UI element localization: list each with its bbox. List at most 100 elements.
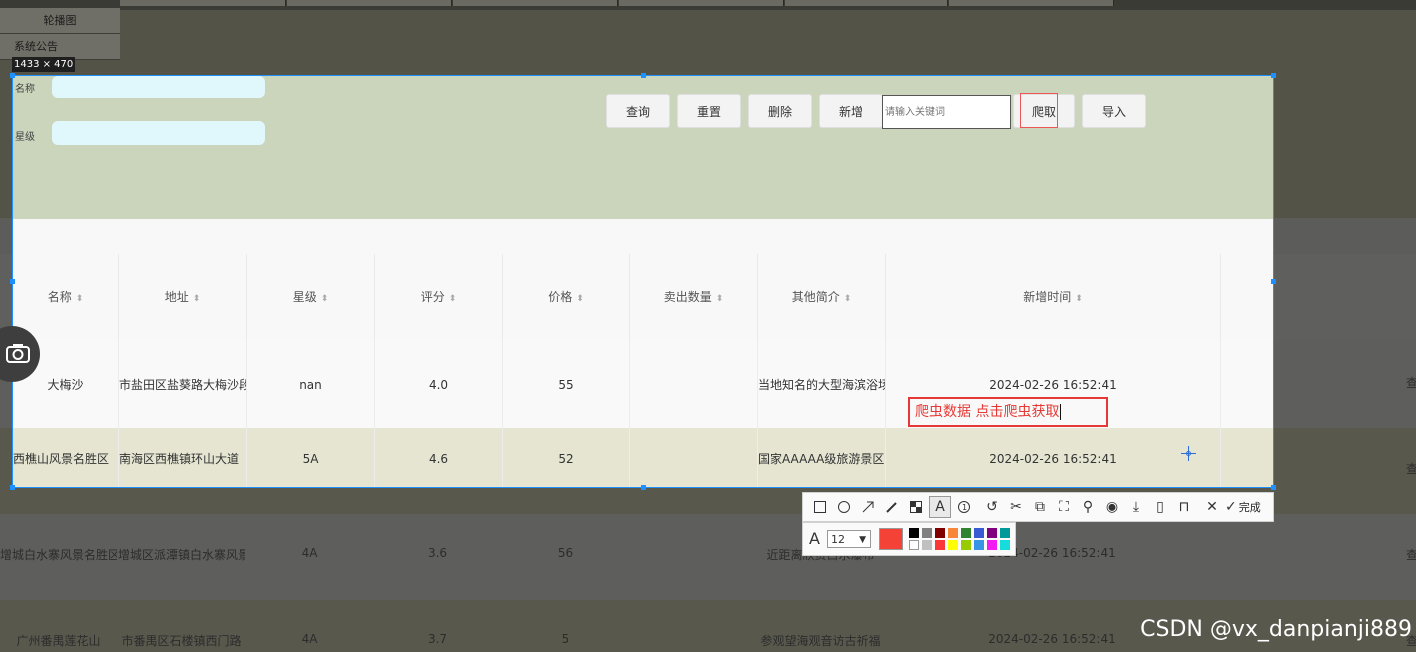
delete-button[interactable]: 删除 [748,94,812,128]
color-swatch[interactable] [948,540,958,550]
resize-handle[interactable] [1271,73,1276,78]
color-swatch[interactable] [1000,540,1010,550]
undo-icon[interactable]: ↺ [981,496,1003,518]
color-swatch[interactable] [961,540,971,550]
bookmark-icon[interactable]: ⊓ [1173,496,1195,518]
color-swatch-grid [909,528,1013,552]
color-swatch[interactable] [922,540,932,550]
resize-handle[interactable] [641,485,646,490]
table-cell: 52 [503,428,630,487]
rectangle-icon[interactable] [809,496,831,518]
text-icon[interactable]: A [929,496,951,518]
style-palette: A 12 ▼ [802,522,1016,556]
color-swatch[interactable] [935,528,945,538]
arrow-icon[interactable] [857,496,879,518]
row-action-button[interactable]: 查 [1406,374,1416,391]
download-icon[interactable]: ⤓ [1125,496,1147,518]
table-cell [1221,341,1273,428]
column-header-name[interactable]: 名称 ⬍ [13,254,119,341]
table-cell: 56 [557,546,574,560]
side-menu-item-carousel[interactable]: 轮播图 [0,8,120,34]
pen-icon[interactable] [881,496,903,518]
table-cell: 5A [247,428,375,487]
table-cell: 当地知名的大型海滨浴场 [758,341,886,428]
resize-handle[interactable] [10,73,15,78]
top-tab[interactable] [120,0,286,6]
table-cell: 参观望海观音访古祈福 [760,634,881,648]
star-input[interactable] [52,121,265,145]
color-swatch[interactable] [948,528,958,538]
table-cell: 国家AAAAA级旅游景区 [758,428,886,487]
top-tab[interactable] [287,0,452,6]
top-tab[interactable] [785,0,948,6]
table-cell [630,428,758,487]
column-header-address[interactable]: 地址 ⬍ [119,254,247,341]
column-header-star[interactable]: 星级 ⬍ [247,254,375,341]
row-action-button[interactable]: 查 [1406,546,1416,563]
table-cell: 3.6 [427,546,448,560]
add-button[interactable]: 新增 [819,94,883,128]
table-cell: 4A [301,546,318,560]
close-icon[interactable]: ✕ [1201,496,1223,518]
row-action-button[interactable]: 查 [1406,460,1416,477]
color-swatch[interactable] [974,540,984,550]
sort-icon[interactable]: ⬍ [844,294,852,304]
top-tab[interactable] [453,0,618,6]
record-icon[interactable]: ◉ [1101,496,1123,518]
current-color-swatch[interactable] [879,528,903,550]
capture-toolbar: A 1 ↺ ✂ ⧉ ⛶ ⚲ ◉ ⤓ ▯ ⊓ ✕ ✓ 完成 [802,492,1274,522]
query-button[interactable]: 查询 [606,94,670,128]
name-input[interactable] [52,76,265,98]
sort-icon[interactable]: ⬍ [76,294,84,304]
reset-button[interactable]: 重置 [677,94,741,128]
resize-handle[interactable] [10,279,15,284]
color-swatch[interactable] [909,540,919,550]
color-swatch[interactable] [909,528,919,538]
save-icon[interactable]: ▯ [1149,496,1171,518]
keyword-input[interactable] [882,95,1011,129]
text-annotation[interactable]: 爬虫数据 点击爬虫获取 [908,397,1108,427]
ocr-icon[interactable]: ⛶ [1053,496,1075,518]
crosshair-cursor-icon [1181,446,1196,461]
import-button[interactable]: 导入 [1082,94,1146,128]
color-swatch[interactable] [974,528,984,538]
column-header-price[interactable]: 价格 ⬍ [503,254,630,341]
pin-icon[interactable]: ⚲ [1077,496,1099,518]
column-header-sold[interactable]: 卖出数量 ⬍ [630,254,758,341]
crawl-button[interactable]: 爬取 [1013,93,1075,128]
top-tab[interactable] [949,0,1114,6]
color-swatch[interactable] [987,528,997,538]
sort-icon[interactable]: ⬍ [576,294,584,304]
table-cell: 2024-02-26 16:52:41 [886,428,1221,487]
top-tab[interactable] [619,0,784,6]
color-swatch[interactable] [987,540,997,550]
table-cell [1221,428,1273,487]
cut-icon[interactable]: ✂ [1005,496,1027,518]
color-swatch[interactable] [1000,528,1010,538]
sort-icon[interactable]: ⬍ [1075,294,1083,304]
name-label: 名称 [15,84,35,95]
color-swatch[interactable] [935,540,945,550]
sort-icon[interactable]: ⬍ [321,294,329,304]
table-row[interactable]: 西樵山风景名胜区 南海区西樵镇环山大道 5A 4.6 52 国家AAAAA级旅游… [13,428,1273,487]
table-cell: 广州番禺莲花山 [16,634,101,648]
column-header-intro[interactable]: 其他简介 ⬍ [758,254,886,341]
ellipse-icon[interactable] [833,496,855,518]
sort-icon[interactable]: ⬍ [716,294,724,304]
font-size-select[interactable]: 12 ▼ [827,530,871,548]
number-icon[interactable]: 1 [953,496,975,518]
color-swatch[interactable] [922,528,932,538]
sort-icon[interactable]: ⬍ [449,294,457,304]
copy-icon[interactable]: ⧉ [1029,496,1051,518]
done-button[interactable]: ✓ 完成 [1225,496,1261,518]
sort-icon[interactable]: ⬍ [193,294,201,304]
resize-handle[interactable] [641,73,646,78]
color-swatch[interactable] [961,528,971,538]
resize-handle[interactable] [1271,485,1276,490]
column-header-created[interactable]: 新增时间 ⬍ [886,254,1221,341]
column-header-rating[interactable]: 评分 ⬍ [375,254,503,341]
mosaic-icon[interactable] [905,496,927,518]
resize-handle[interactable] [1271,279,1276,284]
resize-handle[interactable] [10,485,15,490]
watermark: CSDN @vx_danpianji889 [1140,617,1412,642]
